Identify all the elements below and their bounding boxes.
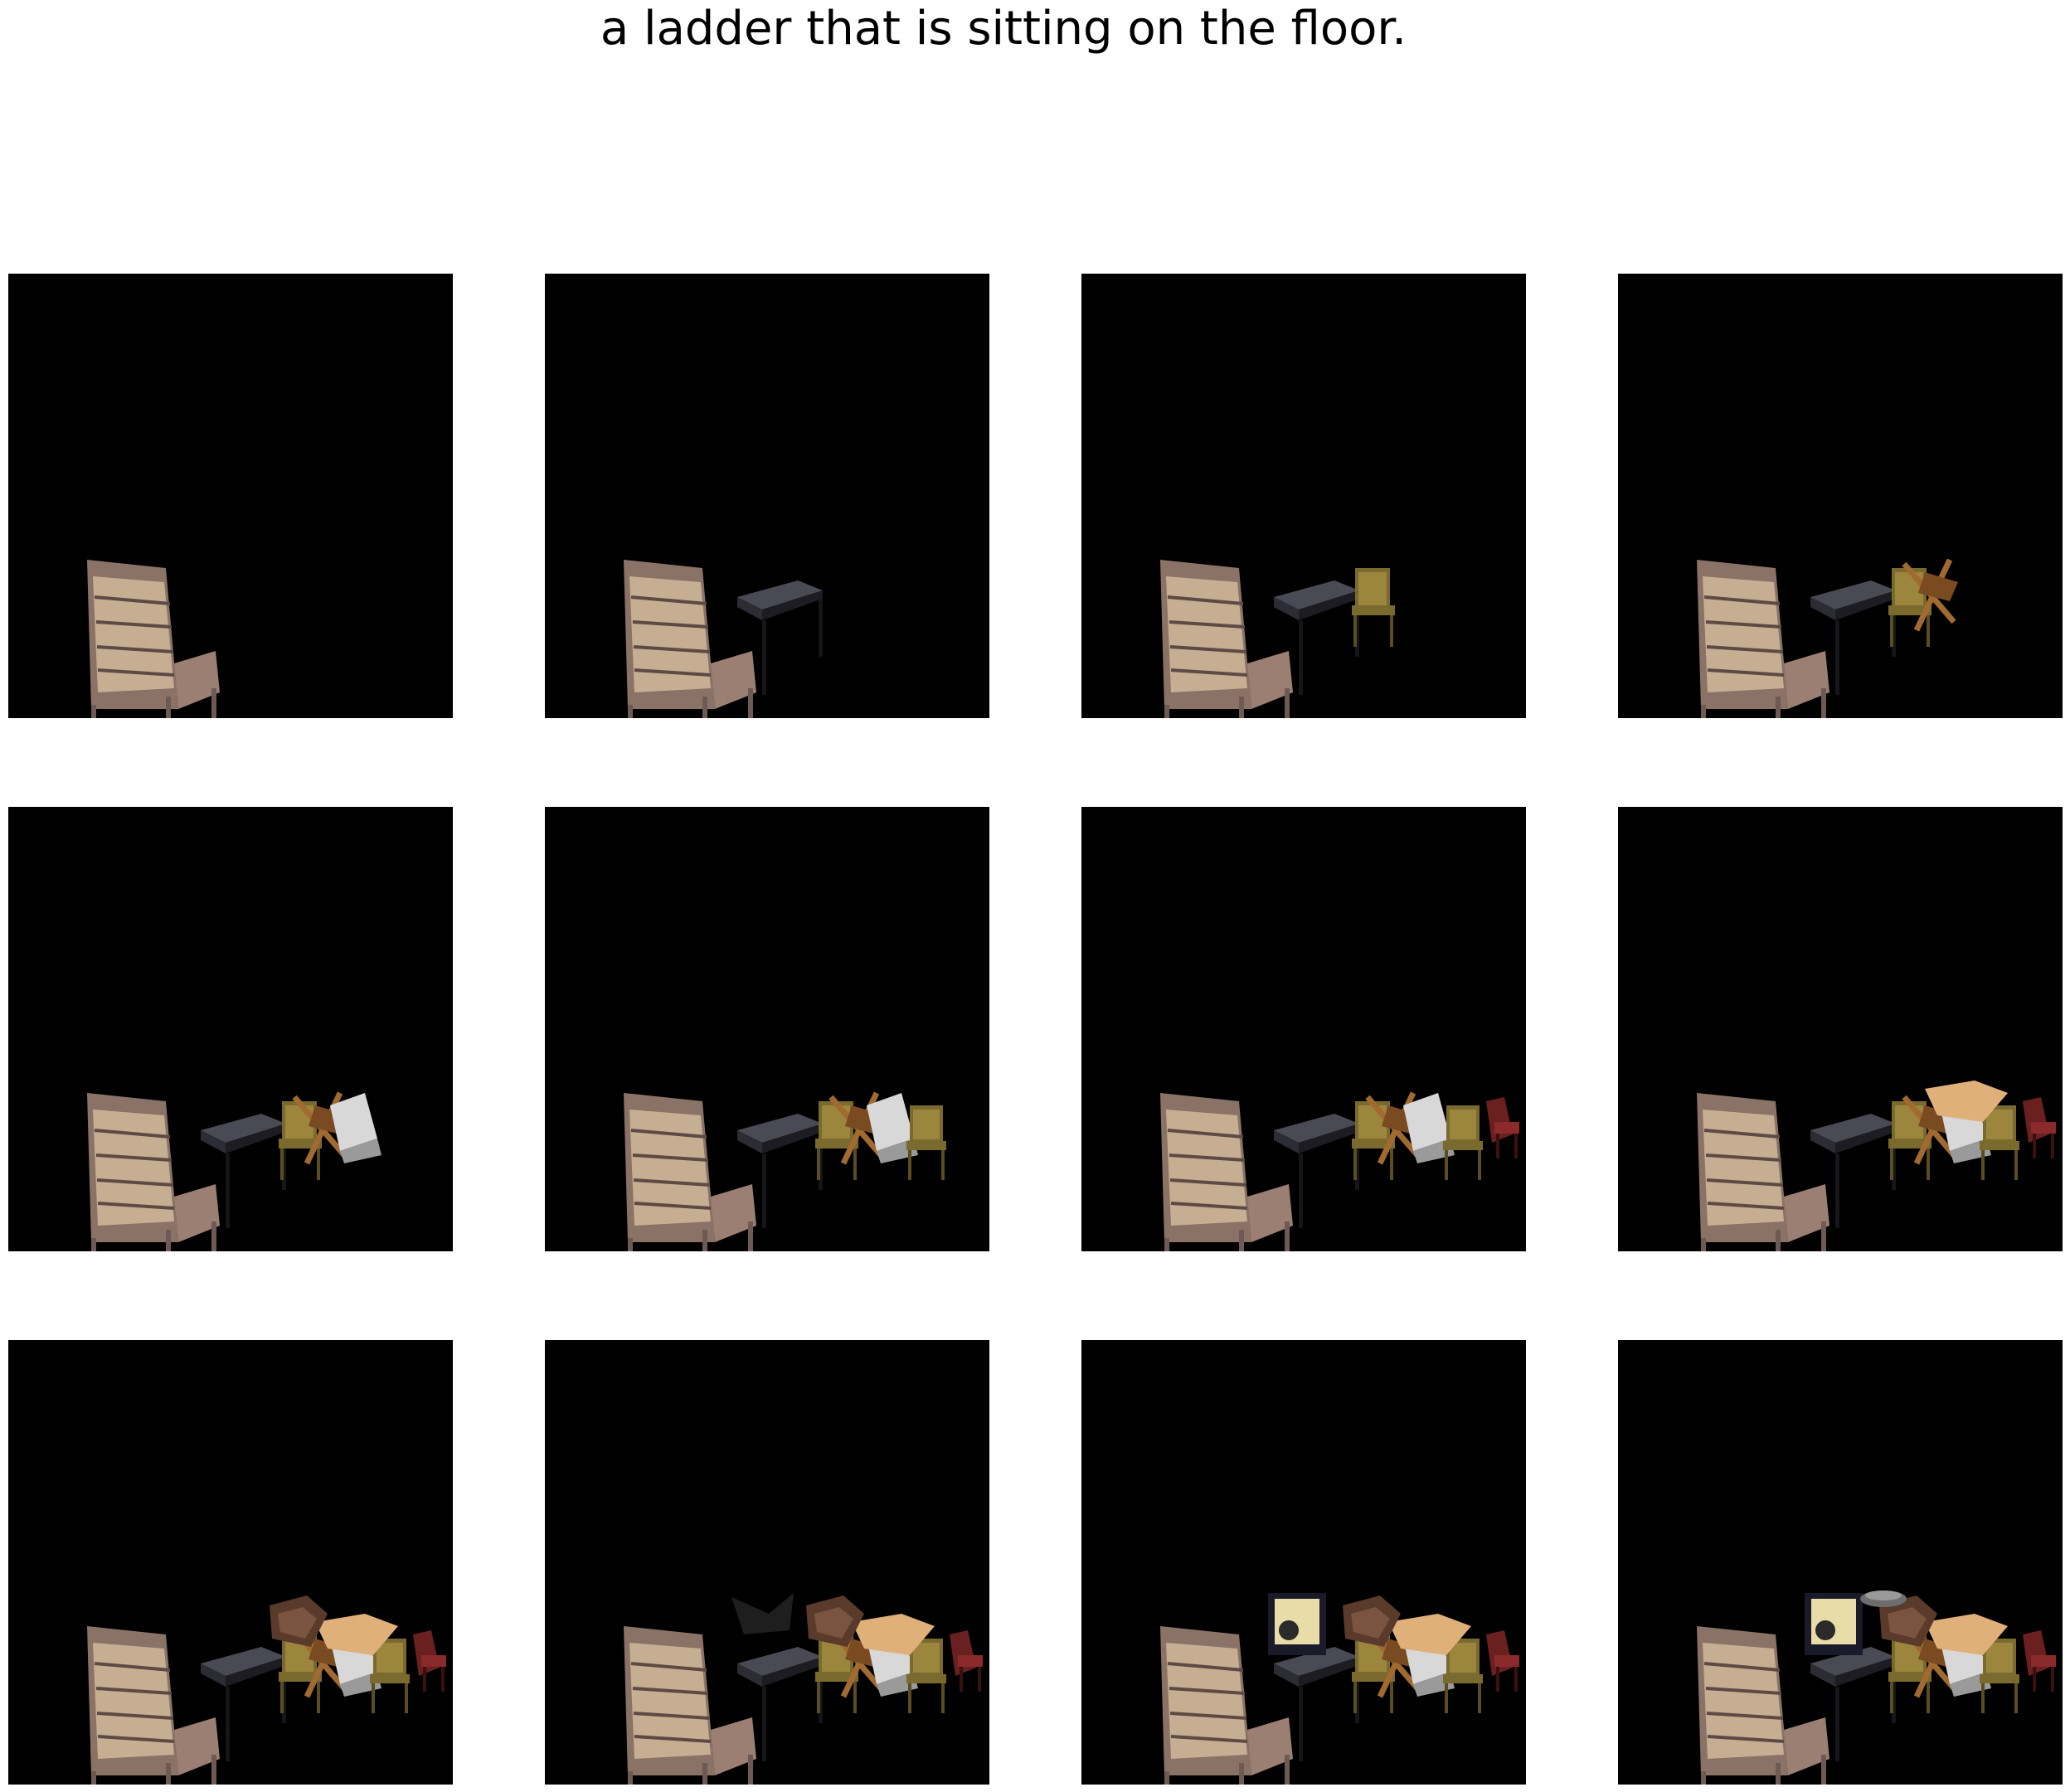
striped-chair-object [87,560,220,718]
striped-chair-object [624,1093,756,1251]
red-chair-object [413,1630,446,1692]
striped-chair-object [87,1626,220,1785]
step-image [1160,1091,1519,1251]
generation-step-panel [8,274,453,718]
generation-step-panel [1618,274,2063,718]
white-chair-object [330,1093,381,1163]
generation-step-panel [545,1340,989,1785]
striped-chair-object [624,560,756,718]
striped-chair-object [1160,1093,1293,1251]
step-image [87,1091,381,1251]
generation-step-panel [545,274,989,718]
striped-chair-object [1160,560,1293,718]
striped-chair-object [624,1626,756,1785]
gray-bowl-object [1860,1590,1907,1607]
step-image [1697,558,1958,718]
generation-step-panel [1081,274,1526,718]
step-image [87,1595,446,1785]
step-image [1697,1590,2056,1785]
striped-chair-object [1697,1093,1829,1251]
step-image [624,1593,983,1785]
brown-cushion-object [270,1595,328,1647]
generation-step-panel [1618,1340,2063,1785]
wicker-chair-2-object [1443,1105,1483,1180]
generation-step-panel [1081,1340,1526,1785]
generation-step-panel [1081,807,1526,1251]
red-chair-object [2023,1097,2056,1158]
red-chair-object [950,1630,983,1692]
brown-cushion-object [1343,1595,1401,1647]
step-image [624,560,823,718]
generation-step-panel [1618,807,2063,1251]
striped-chair-object [1697,560,1829,718]
generation-step-panel [545,807,989,1251]
generation-step-panel [8,1340,453,1785]
red-chair-object [1486,1097,1519,1158]
picture-frame-object [1268,1593,1326,1655]
wicker-chair-2-object [906,1105,946,1180]
step-image [87,560,220,718]
step-image [1160,560,1395,718]
step-image [1697,1081,2056,1251]
red-chair-object [1486,1630,1519,1692]
generation-step-panel [8,807,453,1251]
step-image [1160,1593,1519,1785]
striped-chair-object [87,1093,220,1251]
dark-cloth-object [731,1593,794,1634]
red-chair-object [2023,1630,2056,1692]
brown-cushion-object [806,1595,864,1647]
figure-title: a ladder that is sitting on the floor. [600,2,1407,56]
step-image [624,1091,946,1251]
picture-frame-object [1805,1593,1863,1655]
